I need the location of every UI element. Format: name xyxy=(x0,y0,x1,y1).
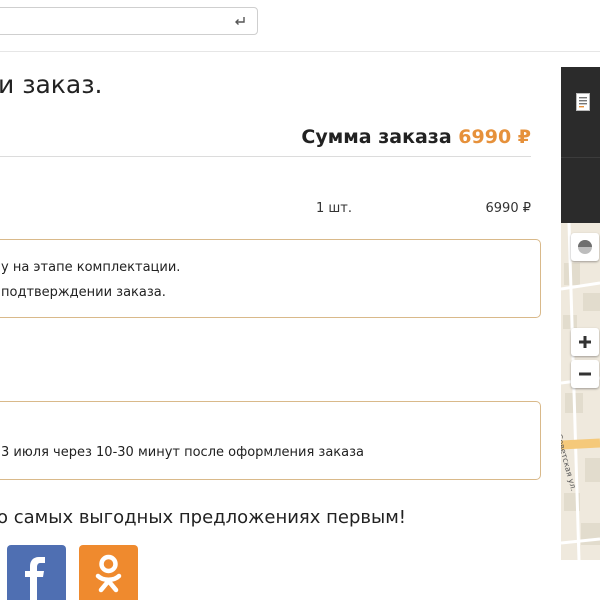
side-panel-document[interactable] xyxy=(561,67,600,157)
map-tiles xyxy=(561,223,600,560)
notice-text-line: у на этапе комплектации. xyxy=(1,260,181,275)
top-bar xyxy=(0,0,600,52)
facebook-button[interactable] xyxy=(7,545,66,600)
side-panel-secondary[interactable] xyxy=(561,157,600,223)
facebook-icon xyxy=(25,557,45,600)
notice-text-line: 3 июля через 10-30 минут после оформлени… xyxy=(1,445,364,460)
order-sum-label: Сумма заказа xyxy=(301,126,452,148)
promo-text: о самых выгодных предложениях первым! xyxy=(0,507,406,528)
odnoklassniki-icon xyxy=(95,554,122,593)
notice-box-assembly: у на этапе комплектации. подтверждении з… xyxy=(0,239,541,318)
notice-text-line: подтверждении заказа. xyxy=(1,285,166,300)
map-compass-button[interactable] xyxy=(571,233,599,261)
search-input[interactable] xyxy=(0,7,258,35)
page-title: и заказ. xyxy=(0,70,103,99)
enter-key-icon[interactable] xyxy=(232,13,248,29)
minus-icon xyxy=(579,372,591,376)
compass-icon xyxy=(578,240,592,254)
notice-box-delivery: 3 июля через 10-30 минут после оформлени… xyxy=(0,401,541,480)
order-sum: Сумма заказа 6990 ₽ xyxy=(0,126,531,148)
odnoklassniki-button[interactable] xyxy=(79,545,138,600)
map-zoom-out-button[interactable] xyxy=(571,360,599,388)
map-zoom-in-button[interactable] xyxy=(571,328,599,356)
document-icon xyxy=(576,93,590,111)
plus-icon xyxy=(579,336,591,348)
divider xyxy=(0,156,531,157)
map[interactable]: Советская ул. xyxy=(561,223,600,560)
item-price: 6990 ₽ xyxy=(485,201,532,216)
item-quantity: 1 шт. xyxy=(316,201,353,216)
order-sum-amount: 6990 ₽ xyxy=(458,126,531,148)
